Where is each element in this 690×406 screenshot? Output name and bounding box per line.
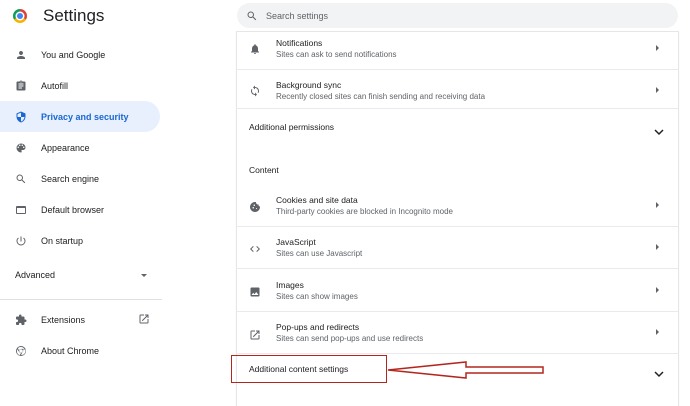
cookies-row[interactable]: Cookies and site data Third-party cookie… [237, 184, 678, 226]
search-input[interactable] [266, 7, 666, 24]
sidebar-item-search-engine[interactable]: Search engine [0, 163, 160, 194]
sync-icon [249, 84, 261, 97]
additional-permissions-row[interactable]: Additional permissions [237, 109, 678, 145]
chevron-down-icon [654, 123, 664, 136]
annotation-highlight-box [231, 355, 387, 383]
sidebar-item-on-startup[interactable]: On startup [0, 225, 160, 256]
sidebar-item-label: Extensions [41, 314, 86, 325]
sidebar-item-you-and-google[interactable]: You and Google [0, 39, 160, 70]
puzzle-icon [15, 314, 27, 326]
row-subtitle: Sites can use Javascript [276, 249, 363, 258]
section-heading-content: Content [249, 165, 279, 175]
popups-row[interactable]: Pop-ups and redirects Sites can send pop… [237, 312, 678, 354]
sidebar-item-appearance[interactable]: Appearance [0, 132, 160, 163]
sidebar-item-extensions[interactable]: Extensions [0, 304, 160, 335]
row-title: Cookies and site data [276, 195, 358, 205]
code-icon [249, 242, 261, 254]
sidebar-item-label: Autofill [41, 80, 69, 91]
sidebar-item-label: Search engine [41, 173, 100, 184]
row-subtitle: Sites can show images [276, 292, 358, 301]
sidebar-item-label: You and Google [41, 49, 106, 60]
bell-icon [249, 42, 261, 54]
images-row[interactable]: Images Sites can show images [237, 269, 678, 311]
sidebar: You and Google Autofill Privacy and secu… [0, 32, 162, 406]
sidebar-item-label: Appearance [41, 142, 90, 153]
sidebar-item-label: About Chrome [41, 345, 100, 356]
advanced-label: Advanced [15, 270, 56, 280]
notifications-row[interactable]: Notifications Sites can ask to send noti… [237, 32, 678, 66]
sidebar-item-label: On startup [41, 235, 84, 246]
sidebar-divider [0, 299, 162, 300]
cookie-icon [249, 200, 261, 212]
sidebar-item-privacy-and-security[interactable]: Privacy and security [0, 101, 160, 132]
row-title: Background sync [276, 80, 342, 90]
row-title: JavaScript [276, 237, 316, 247]
search-icon [15, 173, 27, 185]
image-icon [249, 285, 261, 297]
search-bar[interactable] [237, 3, 678, 28]
shield-icon [15, 111, 27, 123]
arrow-right-icon [656, 329, 659, 335]
row-title: Images [276, 280, 304, 290]
row-title: Additional permissions [249, 122, 335, 132]
sidebar-item-label: Privacy and security [41, 111, 129, 122]
palette-icon [15, 142, 27, 154]
browser-icon [15, 204, 27, 216]
chevron-down-icon [654, 365, 664, 378]
arrow-right-icon [656, 87, 659, 93]
annotation-arrow-icon [387, 361, 544, 379]
power-icon [15, 235, 27, 247]
row-subtitle: Third-party cookies are blocked in Incog… [276, 207, 453, 216]
row-subtitle: Sites can send pop-ups and use redirects [276, 334, 424, 343]
chrome-logo-icon [13, 9, 27, 23]
page-title: Settings [43, 6, 105, 25]
clipboard-icon [15, 80, 27, 92]
open-in-new-icon [138, 313, 150, 325]
row-title: Pop-ups and redirects [276, 322, 360, 332]
person-icon [15, 49, 27, 61]
sidebar-item-autofill[interactable]: Autofill [0, 70, 160, 101]
open-in-new-icon [249, 328, 261, 340]
sidebar-item-label: Default browser [41, 204, 105, 215]
top-bar: Settings [0, 0, 690, 32]
javascript-row[interactable]: JavaScript Sites can use Javascript [237, 227, 678, 269]
privacy-settings-card: Notifications Sites can ask to send noti… [237, 32, 678, 406]
sidebar-item-default-browser[interactable]: Default browser [0, 194, 160, 225]
caret-down-icon [141, 274, 147, 277]
row-subtitle: Sites can ask to send notifications [276, 50, 397, 59]
search-icon [246, 9, 258, 21]
advanced-toggle[interactable]: Advanced [15, 270, 155, 286]
arrow-right-icon [656, 287, 659, 293]
chrome-icon [15, 345, 27, 357]
arrow-right-icon [656, 45, 659, 51]
sidebar-item-about-chrome[interactable]: About Chrome [0, 335, 160, 366]
arrow-right-icon [656, 244, 659, 250]
arrow-right-icon [656, 202, 659, 208]
row-title: Notifications [276, 38, 323, 48]
background-sync-row[interactable]: Background sync Recently closed sites ca… [237, 70, 678, 108]
row-subtitle: Recently closed sites can finish sending… [276, 92, 486, 101]
